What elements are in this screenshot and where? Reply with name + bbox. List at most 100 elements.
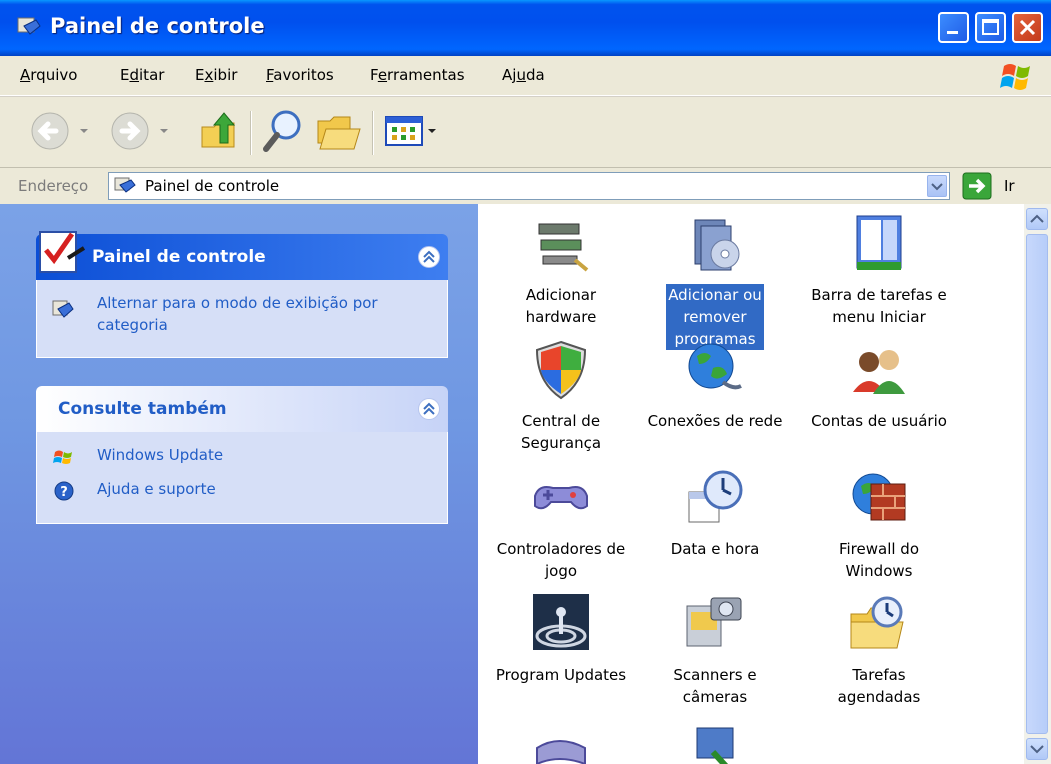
item-taskbar-start-menu[interactable]: Barra de tarefas e menu Iniciar (802, 212, 956, 328)
item-game-controllers[interactable]: Controladores de jogo (484, 466, 638, 582)
window-title: Painel de controle (50, 14, 265, 38)
menu-editar[interactable]: Editar (120, 66, 164, 84)
display-icon (696, 727, 734, 764)
add-remove-programs-icon (694, 219, 740, 271)
search-button[interactable] (262, 107, 306, 159)
task-pane: Painel de controle Alternar para o modo … (0, 204, 478, 764)
minimize-button[interactable] (938, 12, 969, 43)
date-time-icon (688, 470, 743, 523)
item-windows-firewall[interactable]: Firewall do Windows (802, 466, 956, 582)
item-label: Controladores de jogo (496, 540, 626, 580)
menu-arquivo[interactable]: Arquivo (20, 66, 77, 84)
folders-icon (317, 116, 361, 150)
item-label: Program Updates (495, 666, 627, 684)
address-bar: Endereço Painel de controle Ir (0, 168, 1051, 204)
close-button[interactable] (1012, 12, 1043, 43)
control-panel-icon (114, 177, 136, 193)
address-label: Endereço (18, 177, 89, 195)
close-icon (1019, 19, 1036, 36)
search-icon (263, 110, 301, 152)
firewall-icon (852, 473, 906, 521)
chevron-down-icon (1030, 745, 1044, 754)
svg-text:?: ? (60, 485, 68, 500)
item-label: Tarefas agendadas (837, 666, 921, 706)
explorer-window: Painel de controle Arquivo Editar Exibir… (0, 0, 1051, 764)
item-scanners-cameras[interactable]: Scanners e câmeras (638, 592, 792, 708)
forward-arrow-icon (111, 112, 168, 150)
chevron-down-icon (931, 183, 943, 191)
panel-header[interactable]: Consulte também (36, 386, 448, 432)
switch-view-icon (52, 300, 74, 318)
see-also-panel: Consulte também Windows Update ? Ajuda e (36, 386, 448, 524)
panel-title: Consulte também (58, 399, 227, 419)
back-arrow-icon (31, 112, 88, 150)
network-globe-icon (688, 343, 742, 390)
chevron-up-icon (423, 250, 435, 263)
keyboard-icon (536, 740, 586, 764)
item-add-hardware[interactable]: Adicionar hardware (484, 212, 638, 328)
security-shield-icon (535, 340, 587, 400)
item-partial-keyboard[interactable] (484, 718, 638, 764)
collapse-button[interactable] (418, 246, 440, 268)
up-folder-button[interactable] (198, 107, 242, 159)
switch-category-view-link[interactable]: Alternar para o modo de exibição por (97, 294, 378, 312)
address-dropdown-button[interactable] (927, 175, 947, 197)
item-scheduled-tasks[interactable]: Tarefas agendadas (802, 592, 956, 708)
program-updates-icon (533, 594, 589, 650)
chevron-up-icon (423, 402, 435, 415)
item-date-time[interactable]: Data e hora (638, 466, 792, 560)
panel-body: Alternar para o modo de exibição por cat… (36, 280, 448, 358)
panel-title: Painel de controle (92, 247, 266, 267)
panel-header[interactable]: Painel de controle (36, 231, 448, 280)
collapse-button[interactable] (418, 398, 440, 420)
windows-logo-icon (1000, 64, 1030, 90)
back-button[interactable] (28, 109, 92, 157)
control-panel-checklist-icon (39, 231, 86, 273)
item-label: Data e hora (670, 540, 760, 558)
item-partial-display[interactable] (638, 718, 792, 764)
item-user-accounts[interactable]: Contas de usuário (802, 338, 956, 432)
menu-exibir[interactable]: Exibir (195, 66, 237, 84)
help-support-link[interactable]: Ajuda e suporte (97, 480, 216, 498)
chevron-up-icon (1030, 214, 1044, 223)
scroll-thumb[interactable] (1026, 234, 1048, 734)
item-network-connections[interactable]: Conexões de rede (638, 338, 792, 432)
item-label: Conexões de rede (647, 412, 783, 430)
scroll-up-button[interactable] (1026, 208, 1048, 230)
scanner-camera-icon (686, 597, 742, 647)
game-controller-icon (534, 486, 588, 510)
toolbar-separator (372, 111, 374, 155)
item-label: Adicionar hardware (525, 286, 597, 326)
windows-update-icon (53, 450, 72, 464)
maximize-button[interactable] (975, 12, 1006, 43)
item-add-remove-programs[interactable]: Adicionar ou remover programas (638, 212, 792, 350)
vertical-scrollbar[interactable] (1024, 204, 1051, 764)
windows-update-link[interactable]: Windows Update (97, 446, 223, 464)
control-panel-icon (17, 17, 41, 35)
views-button[interactable] (384, 113, 438, 153)
switch-category-view-link-cont[interactable]: categoria (97, 316, 168, 334)
item-security-center[interactable]: Central de Segurança (484, 338, 638, 454)
scheduled-tasks-icon (850, 596, 904, 649)
menu-ferramentas[interactable]: Ferramentas (370, 66, 465, 84)
forward-button[interactable] (108, 109, 172, 157)
item-label: Barra de tarefas e menu Iniciar (811, 286, 947, 326)
scroll-down-button[interactable] (1026, 738, 1048, 760)
folders-button[interactable] (316, 109, 362, 157)
add-hardware-icon (538, 223, 589, 272)
taskbar-start-menu-icon (856, 215, 902, 270)
menu-ajuda[interactable]: Ajuda (502, 66, 545, 84)
title-bar[interactable]: Painel de controle (0, 0, 1051, 56)
item-program-updates[interactable]: Program Updates (484, 592, 638, 686)
control-panel-task-panel: Painel de controle Alternar para o modo … (36, 231, 448, 358)
go-button[interactable] (962, 172, 994, 200)
maximize-icon (982, 19, 999, 35)
toolbar (0, 96, 1051, 168)
menu-bar: Arquivo Editar Exibir Favoritos Ferramen… (0, 56, 1051, 96)
go-label[interactable]: Ir (1004, 177, 1015, 195)
address-input[interactable]: Painel de controle (108, 172, 950, 200)
help-icon: ? (54, 481, 74, 501)
menu-favoritos[interactable]: Favoritos (266, 66, 334, 84)
item-label: Central de Segurança (520, 412, 602, 452)
toolbar-separator (250, 111, 252, 155)
